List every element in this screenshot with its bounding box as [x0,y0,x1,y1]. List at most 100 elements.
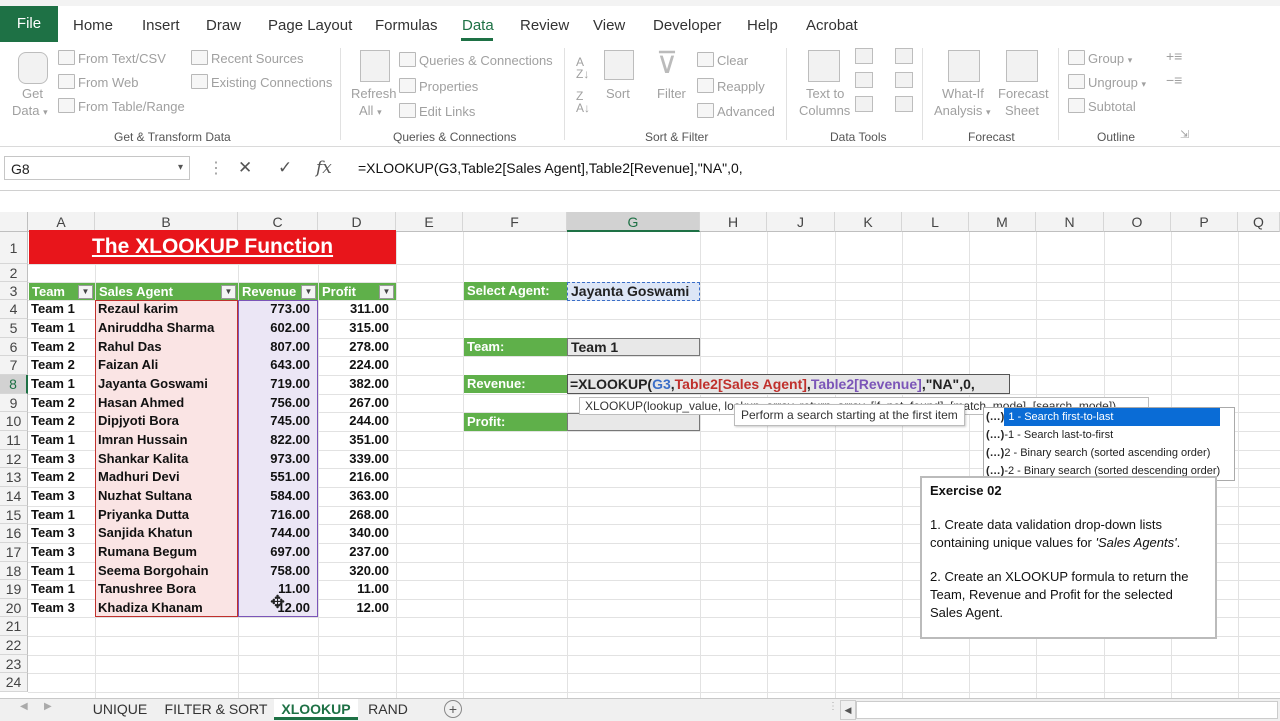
sales-agent-cell[interactable]: Shankar Kalita [98,450,188,468]
revenue-cell[interactable]: 584.00 [240,487,310,505]
forecast-sheet-button[interactable]: Forecast [998,86,1049,101]
column-header[interactable]: O [1104,212,1171,232]
revenue-cell[interactable]: 744.00 [240,524,310,542]
profit-cell[interactable]: 267.00 [320,394,389,412]
autocomplete-item[interactable]: (…)2 - Binary search (sorted ascending o… [984,444,1234,462]
row-header[interactable]: 4 [0,300,28,319]
row-header[interactable]: 21 [0,617,28,636]
revenue-cell[interactable]: 745.00 [240,412,310,430]
tab-data[interactable]: Data [462,12,494,40]
column-header[interactable]: P [1171,212,1238,232]
team-cell[interactable]: Team 2 [31,394,75,412]
profit-cell[interactable]: 351.00 [320,431,389,449]
revenue-formula-edit-cell[interactable]: =XLOOKUP(G3,Table2[Sales Agent],Table2[R… [567,374,1010,394]
revenue-cell[interactable]: 719.00 [240,375,310,393]
column-header[interactable]: B [95,212,238,232]
team-cell[interactable]: Team 3 [31,487,75,505]
revenue-cell[interactable]: 551.00 [240,468,310,486]
filter-dropdown-icon[interactable]: ▼ [221,285,236,299]
team-cell[interactable]: Team 3 [31,524,75,542]
column-header[interactable]: M [969,212,1036,232]
sales-agent-cell[interactable]: Seema Borgohain [98,562,209,580]
profit-cell[interactable]: 340.00 [320,524,389,542]
row-header[interactable]: 16 [0,524,28,543]
select-agent-value[interactable]: Jayanta Goswami [567,282,700,301]
team-cell[interactable]: Team 2 [31,412,75,430]
team-cell[interactable]: Team 3 [31,599,75,617]
sales-agent-cell[interactable]: Rumana Begum [98,543,197,561]
show-detail-icon[interactable]: +≡ [1166,48,1182,64]
sales-agent-cell[interactable]: Hasan Ahmed [98,394,184,412]
formula-input[interactable]: =XLOOKUP(G3,Table2[Sales Agent],Table2[R… [358,156,743,180]
team-cell[interactable]: Team 1 [31,375,75,393]
tab-insert[interactable]: Insert [142,12,180,40]
sales-agent-cell[interactable]: Rezaul karim [98,300,178,318]
exercise-textbox[interactable]: Exercise 02 1. Create data validation dr… [920,476,1217,639]
profit-cell[interactable]: 12.00 [320,599,389,617]
profit-cell[interactable]: 382.00 [320,375,389,393]
get-data-button[interactable]: Get [22,86,43,101]
column-header[interactable]: A [28,212,95,232]
sales-agent-cell[interactable]: Jayanta Goswami [98,375,208,393]
row-header[interactable]: 22 [0,636,28,655]
data-validation-icon[interactable] [855,96,873,112]
revenue-cell[interactable]: 643.00 [240,356,310,374]
sales-agent-cell[interactable]: Sanjida Khatun [98,524,193,542]
row-header[interactable]: 5 [0,319,28,338]
team-cell[interactable]: Team 2 [31,356,75,374]
scroll-left-icon[interactable]: ◀ [20,701,28,712]
from-text-csv-button[interactable]: From Text/CSV [58,50,166,66]
sort-button[interactable]: Sort [606,86,630,101]
team-cell[interactable]: Team 2 [31,468,75,486]
name-box[interactable]: G8 [4,156,190,180]
row-header[interactable]: 11 [0,431,28,450]
consolidate-icon[interactable] [895,48,913,64]
column-header[interactable]: G [567,212,700,232]
profit-cell[interactable]: 216.00 [320,468,389,486]
existing-connections-button[interactable]: Existing Connections [191,74,332,90]
from-web-button[interactable]: From Web [58,74,138,90]
sales-agent-cell[interactable]: Nuzhat Sultana [98,487,192,505]
horizontal-scrollbar[interactable] [856,701,1278,719]
row-header[interactable]: 17 [0,543,28,562]
sheet-tab-filter-sort[interactable]: FILTER & SORT [160,699,272,720]
row-header[interactable]: 2 [0,264,28,282]
row-header[interactable]: 6 [0,338,28,356]
tab-home[interactable]: Home [73,12,113,40]
column-header[interactable]: J [767,212,835,232]
sales-agent-cell[interactable]: Tanushree Bora [98,580,196,598]
team-cell[interactable]: Team 1 [31,506,75,524]
sales-agent-cell[interactable]: Dipjyoti Bora [98,412,179,430]
revenue-cell[interactable]: 773.00 [240,300,310,318]
properties-button[interactable]: Properties [399,78,478,94]
reapply-button[interactable]: Reapply [697,78,765,94]
tab-page-layout[interactable]: Page Layout [268,12,352,40]
data-model-icon[interactable] [895,96,913,112]
row-header[interactable]: 1 [0,232,28,264]
profit-cell[interactable]: 224.00 [320,356,389,374]
profit-cell[interactable]: 237.00 [320,543,389,561]
column-header[interactable]: E [396,212,463,232]
profit-cell[interactable]: 244.00 [320,412,389,430]
tab-draw[interactable]: Draw [206,12,241,40]
row-header[interactable]: 9 [0,394,28,412]
row-header[interactable]: 8 [0,375,28,394]
relationships-icon[interactable] [895,72,913,88]
team-cell[interactable]: Team 2 [31,338,75,356]
profit-cell[interactable]: 363.00 [320,487,389,505]
team-cell[interactable]: Team 1 [31,319,75,337]
sales-agent-cell[interactable]: Khadiza Khanam [98,599,203,617]
row-header[interactable]: 15 [0,506,28,524]
cancel-icon[interactable]: ✕ [238,156,252,180]
profit-cell[interactable]: 11.00 [320,580,389,598]
flash-fill-icon[interactable] [855,48,873,64]
revenue-cell[interactable]: 822.00 [240,431,310,449]
text-to-columns-button[interactable]: Text to [806,86,844,101]
column-header[interactable]: N [1036,212,1104,232]
group-button[interactable]: Group ▾ [1068,50,1132,66]
filter-dropdown-icon[interactable]: ▼ [78,285,93,299]
row-header[interactable]: 14 [0,487,28,506]
tab-view[interactable]: View [593,12,625,40]
sales-agent-cell[interactable]: Rahul Das [98,338,162,356]
team-cell[interactable]: Team 3 [31,543,75,561]
